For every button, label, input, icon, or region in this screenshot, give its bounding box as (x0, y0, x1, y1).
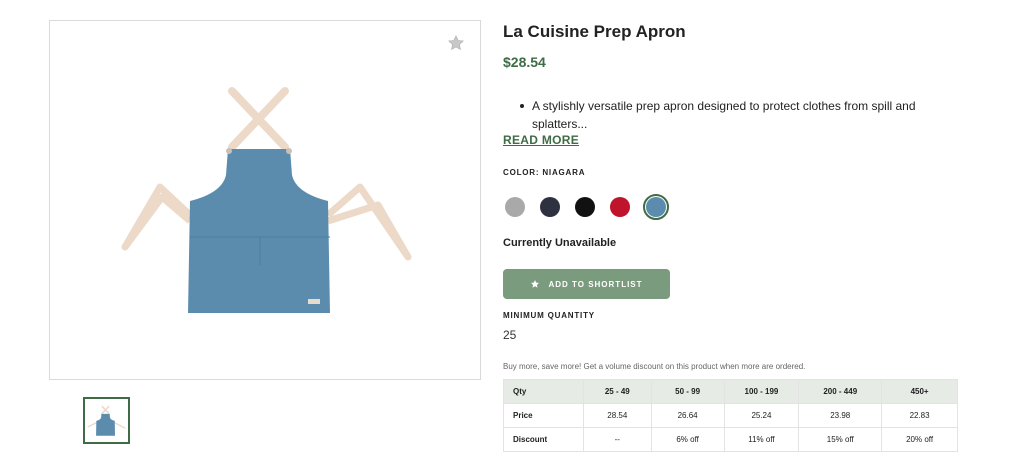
product-image-frame (49, 20, 481, 380)
swatch-niagara-dot (646, 197, 666, 217)
minimum-quantity-label: MINIMUM QUANTITY (503, 311, 595, 320)
table-cell: 100 - 199 (723, 379, 800, 404)
color-swatches (503, 194, 669, 220)
table-row: Qty 25 - 49 50 - 99 100 - 199 200 - 449 … (503, 379, 958, 404)
table-cell: 15% off (798, 427, 883, 452)
add-to-shortlist-button[interactable]: ADD TO SHORTLIST (503, 269, 670, 299)
minimum-quantity-value: 25 (503, 328, 517, 342)
table-cell: Qty (503, 379, 584, 404)
volume-pricing-table: Qty 25 - 49 50 - 99 100 - 199 200 - 449 … (503, 379, 958, 452)
table-cell: 22.83 (881, 403, 958, 428)
swatch-charcoal[interactable] (538, 195, 562, 219)
table-cell: 50 - 99 (650, 379, 725, 404)
read-more-link[interactable]: READ MORE (503, 133, 579, 147)
table-cell: 23.98 (798, 403, 883, 428)
product-title: La Cuisine Prep Apron (503, 22, 686, 41)
table-cell: 200 - 449 (798, 379, 883, 404)
table-cell: -- (582, 427, 652, 452)
swatch-charcoal-dot (540, 197, 560, 217)
swatch-gray-dot (505, 197, 525, 217)
apron-thumbnail-image (86, 405, 126, 436)
table-cell: 25 - 49 (582, 379, 652, 404)
table-cell: 6% off (650, 427, 725, 452)
swatch-black-dot (575, 197, 595, 217)
swatch-red[interactable] (608, 195, 632, 219)
favorite-button[interactable] (446, 33, 466, 53)
color-label: COLOR: NIAGARA (503, 168, 585, 177)
table-cell: 20% off (881, 427, 958, 452)
shortlist-label: ADD TO SHORTLIST (548, 279, 643, 289)
swatch-niagara[interactable] (643, 194, 669, 220)
star-icon (448, 35, 464, 51)
star-icon (531, 280, 540, 288)
table-row: Discount -- 6% off 11% off 15% off 20% o… (503, 427, 958, 452)
product-thumbnail[interactable] (83, 397, 130, 444)
selected-color-name: NIAGARA (542, 168, 586, 177)
table-cell: 11% off (723, 427, 800, 452)
product-price: $28.54 (503, 54, 546, 70)
product-description: A stylishly versatile prep apron designe… (517, 97, 937, 133)
table-cell: 26.64 (650, 403, 725, 428)
table-cell: Discount (503, 427, 584, 452)
table-cell: 25.24 (723, 403, 800, 428)
swatch-black[interactable] (573, 195, 597, 219)
swatch-gray[interactable] (503, 195, 527, 219)
description-bullet: A stylishly versatile prep apron designe… (517, 97, 937, 133)
availability-status: Currently Unavailable (503, 237, 617, 249)
table-cell: Price (503, 403, 584, 428)
table-row: Price 28.54 26.64 25.24 23.98 22.83 (503, 403, 958, 428)
swatch-red-dot (610, 197, 630, 217)
volume-discount-note: Buy more, save more! Get a volume discou… (503, 362, 806, 371)
apron-image (121, 87, 412, 313)
table-cell: 28.54 (582, 403, 652, 428)
table-cell: 450+ (881, 379, 958, 404)
color-label-prefix: COLOR: (503, 168, 540, 177)
